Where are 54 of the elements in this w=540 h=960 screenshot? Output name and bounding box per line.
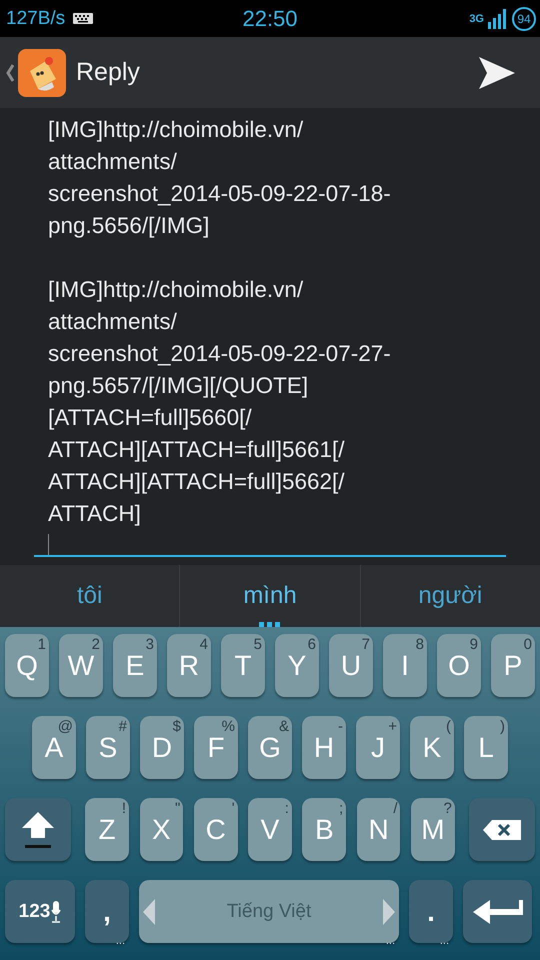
message-paragraph: [IMG]http://choimobile.vn/ attachments/ screenshot_2014-05-09-22-07-18- png.5656/[/IMG]	[48, 116, 392, 240]
letter-key[interactable]: T 5	[221, 634, 265, 697]
backspace-icon	[482, 818, 522, 840]
letter-key[interactable]: Y 6	[275, 634, 319, 697]
shift-key[interactable]	[5, 798, 71, 861]
message-paragraph: [IMG]http://choimobile.vn/ attachments/ screenshot_2014-05-09-22-07-27- png.5657/[/IMG][/QUOTE] [ATTACH=full]5660[/ ATTACH][ATTACH=full]5661[/ ATTACH][ATTACH=full]5662[/ ATTACH]	[48, 276, 392, 528]
letter-key[interactable]: Z !	[85, 798, 129, 861]
shift-arrow-icon	[20, 810, 56, 850]
letter-key[interactable]: X "	[140, 798, 184, 861]
letter-key[interactable]: H -	[302, 716, 346, 779]
letter-key[interactable]: F %	[194, 716, 238, 779]
right-arrow-icon	[383, 898, 395, 924]
letter-key[interactable]: U 7	[329, 634, 373, 697]
letter-key[interactable]: A @	[32, 716, 76, 779]
letter-key[interactable]: J +	[356, 716, 400, 779]
letter-key[interactable]: R 4	[167, 634, 211, 697]
symbols-key[interactable]: 123	[5, 880, 75, 943]
letter-key[interactable]: W 2	[59, 634, 103, 697]
app-logo-icon[interactable]	[18, 48, 66, 96]
letter-key[interactable]: B ;	[302, 798, 346, 861]
letter-key[interactable]: N /	[356, 798, 400, 861]
letter-key[interactable]: L )	[464, 716, 508, 779]
battery-level: 94	[512, 6, 536, 30]
letter-key[interactable]: V :	[248, 798, 292, 861]
letter-key[interactable]: Q 1	[5, 634, 49, 697]
period-key[interactable]: . ...	[409, 880, 453, 943]
letter-key[interactable]: O 9	[437, 634, 481, 697]
backspace-key[interactable]	[469, 798, 535, 861]
signal-icon	[488, 8, 508, 28]
suggestion[interactable]: tôi	[0, 565, 180, 627]
letter-key[interactable]: P 0	[491, 634, 535, 697]
letter-key[interactable]: K (	[410, 716, 454, 779]
letter-key[interactable]: S #	[86, 716, 130, 779]
network-speed: 127B/s	[6, 8, 66, 30]
keyboard-icon	[73, 13, 94, 24]
back-icon[interactable]	[6, 64, 14, 82]
network-type: 3G	[469, 12, 484, 24]
send-icon[interactable]	[478, 56, 516, 90]
letter-key[interactable]: D $	[140, 716, 184, 779]
microphone-icon	[51, 900, 62, 922]
letter-key[interactable]: C '	[194, 798, 238, 861]
letter-key[interactable]: E 3	[113, 634, 157, 697]
space-key[interactable]: Tiếng Việt ...	[139, 880, 399, 943]
screen-title: Reply	[76, 58, 140, 87]
letter-key[interactable]: I 8	[383, 634, 427, 697]
letter-key[interactable]: M ?	[410, 798, 455, 861]
letter-key[interactable]: G &	[248, 716, 292, 779]
enter-key[interactable]	[463, 880, 532, 943]
left-arrow-icon	[143, 898, 155, 924]
more-dots-icon	[258, 622, 281, 627]
enter-arrow-icon	[472, 898, 524, 926]
clock: 22:50	[242, 6, 298, 32]
text-cursor	[48, 534, 49, 555]
comma-key[interactable]: , ...	[85, 880, 129, 943]
